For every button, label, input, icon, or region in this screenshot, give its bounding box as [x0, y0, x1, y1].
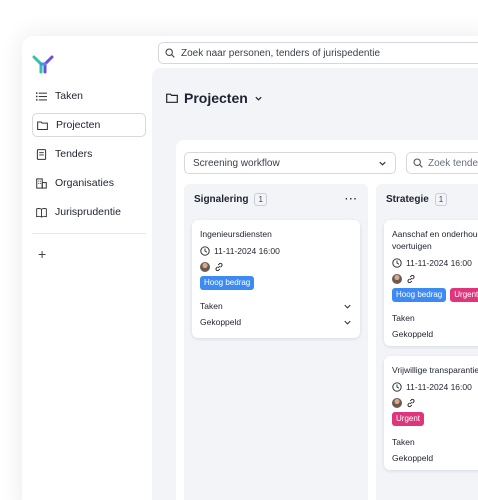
- sidebar-item-label: Organisaties: [55, 177, 114, 189]
- section-label: Gekoppeld: [200, 317, 242, 327]
- search-icon: [165, 48, 175, 58]
- avatar[interactable]: [392, 273, 402, 284]
- card-badges: Hoog bedrag: [200, 276, 352, 290]
- link-icon[interactable]: [214, 262, 224, 272]
- chevron-down-icon: [344, 304, 351, 309]
- workflow-select-value: Screening workflow: [193, 157, 280, 169]
- main-area: Projecten Screening workflow Zoek tender…: [152, 68, 478, 500]
- building-icon: [36, 177, 47, 189]
- card-date: 11-11-2024 16:00: [406, 381, 472, 392]
- sidebar-item-label: Tenders: [55, 148, 93, 160]
- global-search-input[interactable]: Zoek naar personen, tenders of jurispede…: [158, 42, 478, 64]
- sidebar-divider: [32, 233, 146, 234]
- sidebar-nav: Taken Projecten Tenders Organisaties Jur…: [32, 84, 146, 229]
- badge-hoog-bedrag: Hoog bedrag: [200, 276, 255, 290]
- card-section-taken[interactable]: Taken: [200, 298, 352, 314]
- folder-icon: [37, 121, 48, 130]
- link-icon[interactable]: [406, 398, 416, 408]
- card-section-gekoppeld[interactable]: Gekoppeld: [392, 450, 478, 466]
- card-badges: Hoog bedrag Urgent: [392, 288, 478, 302]
- search-placeholder: Zoek tenders: [428, 157, 478, 169]
- add-button[interactable]: +: [38, 246, 46, 262]
- badge-urgent: Urgent: [450, 288, 478, 302]
- sidebar-item-label: Taken: [55, 90, 84, 102]
- card-date-row: 11-11-2024 16:00: [392, 380, 478, 393]
- card-badges: Urgent: [392, 412, 478, 426]
- column-strategie: Strategie 1 Aanschaf en onderhoud NICU v…: [376, 184, 478, 500]
- card-title: Aanschaf en onderhoud NICU voertuigen: [392, 229, 478, 251]
- search-placeholder: Zoek naar personen, tenders of jurispede…: [181, 47, 381, 59]
- column-signalering: Signalering 1 ··· Ingenieursdiensten 11-…: [184, 184, 368, 500]
- section-label: Gekoppeld: [392, 329, 434, 339]
- sidebar-item-label: Projecten: [56, 119, 101, 131]
- section-label: Gekoppeld: [392, 453, 434, 463]
- column-title: Signalering: [194, 193, 249, 205]
- workflow-select[interactable]: Screening workflow: [184, 152, 396, 174]
- column-header: Signalering 1 ···: [184, 184, 368, 214]
- tender-card[interactable]: Vrijwillige transparantie apparatuur 11-…: [384, 356, 478, 470]
- avatar[interactable]: [392, 397, 402, 408]
- chevron-down-icon: [255, 96, 262, 101]
- clock-icon: [392, 381, 402, 392]
- kanban-board: Screening workflow Zoek tenders Signaler…: [176, 140, 478, 500]
- column-menu-button[interactable]: ···: [345, 194, 358, 205]
- sidebar-item-taken[interactable]: Taken: [32, 84, 146, 108]
- clock-icon: [200, 245, 210, 256]
- list-icon: [36, 91, 47, 101]
- section-label: Taken: [392, 313, 415, 323]
- card-meta-row: [392, 396, 478, 409]
- column-count: 1: [434, 192, 448, 206]
- card-section-gekoppeld[interactable]: Gekoppeld: [392, 326, 478, 342]
- page-title[interactable]: Projecten: [166, 90, 263, 106]
- column-header: Strategie 1: [376, 184, 478, 214]
- folder-icon: [166, 93, 178, 103]
- section-label: Taken: [200, 301, 223, 311]
- sidebar-item-jurisprudentie[interactable]: Jurisprudentie: [32, 200, 146, 224]
- card-section-taken[interactable]: Taken: [392, 310, 478, 326]
- card-title: Ingenieursdiensten: [200, 229, 272, 239]
- sidebar-item-tenders[interactable]: Tenders: [32, 142, 146, 166]
- page-title-text: Projecten: [184, 90, 248, 106]
- tender-search-input[interactable]: Zoek tenders: [406, 152, 478, 174]
- card-meta-row: [200, 260, 352, 273]
- book-icon: [36, 207, 47, 218]
- card-date: 11-11-2024 16:00: [214, 245, 280, 256]
- card-meta-row: [392, 272, 478, 285]
- chevron-down-icon: [344, 320, 351, 325]
- link-icon[interactable]: [406, 274, 416, 284]
- logo-icon: [32, 55, 54, 74]
- document-icon: [36, 148, 47, 160]
- sidebar-item-label: Jurisprudentie: [55, 206, 121, 218]
- search-icon: [413, 158, 423, 168]
- sidebar-item-projecten[interactable]: Projecten: [32, 113, 146, 137]
- card-date-row: 11-11-2024 16:00: [392, 256, 478, 269]
- badge-hoog-bedrag: Hoog bedrag: [392, 288, 447, 302]
- column-count: 1: [254, 192, 267, 206]
- card-section-taken[interactable]: Taken: [392, 434, 478, 450]
- topbar: Zoek naar personen, tenders of jurispede…: [152, 36, 478, 68]
- card-section-gekoppeld[interactable]: Gekoppeld: [200, 314, 352, 330]
- tender-card[interactable]: Aanschaf en onderhoud NICU voertuigen 11…: [384, 220, 478, 346]
- sidebar-item-organisaties[interactable]: Organisaties: [32, 171, 146, 195]
- tender-card[interactable]: Ingenieursdiensten 11-11-2024 16:00 Hoog…: [192, 220, 360, 338]
- avatar[interactable]: [200, 261, 210, 272]
- sidebar: Taken Projecten Tenders Organisaties Jur…: [22, 36, 152, 500]
- card-date-row: 11-11-2024 16:00: [200, 244, 352, 257]
- chevron-down-icon: [379, 161, 386, 166]
- badge-urgent: Urgent: [392, 412, 425, 426]
- card-date: 11-11-2024 16:00: [406, 257, 472, 268]
- section-label: Taken: [392, 437, 415, 447]
- app-window: Taken Projecten Tenders Organisaties Jur…: [22, 36, 478, 500]
- clock-icon: [392, 257, 402, 268]
- column-title: Strategie: [386, 193, 429, 205]
- card-title: Vrijwillige transparantie apparatuur: [392, 365, 478, 375]
